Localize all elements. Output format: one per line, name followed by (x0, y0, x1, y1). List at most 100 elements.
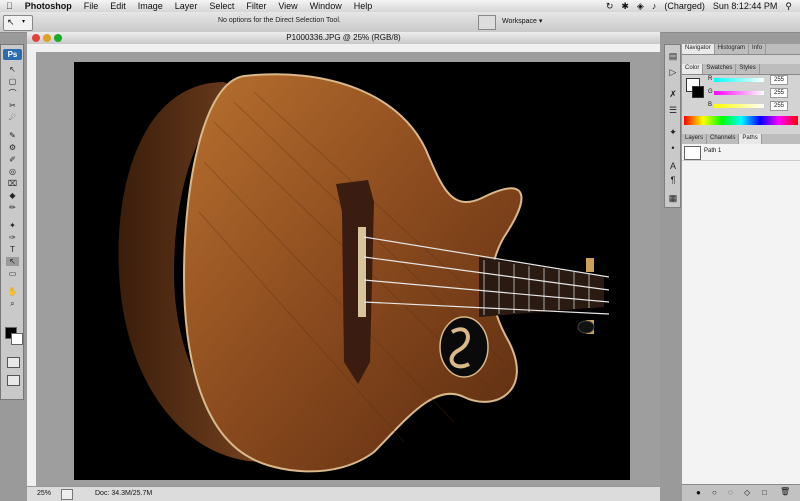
menu-layer[interactable]: Layer (169, 1, 204, 11)
menu-clock[interactable]: Sun 8:12:44 PM (713, 1, 778, 11)
paths-list: Path 1 (682, 144, 800, 484)
document-title: P1000336.JPG @ 25% (RGB/8) (286, 33, 401, 42)
channel-r-value[interactable]: 255 (770, 75, 788, 85)
doc-size-info: Doc: 34.3M/25.7M (95, 490, 153, 497)
menu-photoshop[interactable]: Photoshop (19, 1, 78, 11)
make-work-path-icon[interactable]: ◇ (744, 488, 750, 497)
menu-window[interactable]: Window (304, 1, 348, 11)
menu-select[interactable]: Select (203, 1, 240, 11)
navigator-tab-row: Navigator Histogram Info (682, 44, 800, 55)
marquee-tool-icon[interactable]: ▢ (6, 77, 19, 86)
menu-view[interactable]: View (272, 1, 303, 11)
tab-histogram[interactable]: Histogram (715, 44, 750, 54)
stroke-path-icon[interactable]: ○ (712, 488, 717, 497)
history-brush-icon[interactable]: ✐ (6, 155, 19, 164)
apple-menu-icon[interactable]:  (0, 1, 19, 11)
zoom-field[interactable]: 25% (37, 490, 51, 497)
hand-tool-icon[interactable]: ✋ (6, 287, 19, 296)
actions-panel-icon[interactable]: ▷ (668, 67, 678, 77)
move-tool-icon[interactable]: ↖ (6, 65, 19, 74)
battery-status[interactable]: (Charged) (664, 1, 705, 11)
brushes-panel-icon[interactable]: ✗ (668, 89, 678, 99)
tool-presets-icon[interactable]: ☰ (668, 105, 678, 115)
pen-tool-alt-icon[interactable]: ✑ (6, 233, 19, 242)
color-background-swatch[interactable] (692, 86, 704, 98)
channel-b-label: B (708, 102, 713, 108)
wifi-icon[interactable]: ◈ (637, 1, 644, 12)
direct-selection-tool-icon[interactable]: ↖ (6, 257, 19, 266)
dodge-tool-icon[interactable]: ✏ (6, 203, 19, 212)
type-tool-icon[interactable]: T (6, 245, 19, 254)
status-menus: ↻ ✱ ◈ ♪ (Charged) Sun 8:12:44 PM ⚲ (606, 1, 800, 12)
time-machine-icon[interactable]: ↻ (606, 1, 614, 12)
ukulele-image (118, 73, 610, 473)
ps-logo: Ps (3, 49, 22, 60)
chevron-down-icon: ▾ (22, 19, 26, 25)
brush-tool-icon[interactable]: ✎ (6, 131, 19, 140)
workspace-icon[interactable] (478, 15, 496, 30)
menu-image[interactable]: Image (132, 1, 169, 11)
layer-comps-icon[interactable]: ▦ (668, 193, 678, 203)
direct-selection-icon: ↖ (7, 17, 15, 27)
shape-tool-icon[interactable]: ▭ (6, 269, 19, 278)
channel-b-slider[interactable] (714, 104, 764, 108)
tab-color[interactable]: Color (682, 64, 704, 74)
color-spectrum-bar[interactable] (684, 116, 798, 125)
menu-edit[interactable]: Edit (104, 1, 132, 11)
tab-channels[interactable]: Channels (707, 134, 740, 144)
status-bar: 25% Doc: 34.3M/25.7M (27, 486, 660, 501)
tab-navigator[interactable]: Navigator (682, 44, 715, 54)
menu-file[interactable]: File (78, 1, 105, 11)
tab-styles[interactable]: Styles (736, 64, 760, 74)
quick-mask-icon[interactable] (7, 357, 20, 368)
new-path-icon[interactable]: □ (762, 488, 767, 497)
crop-tool-icon[interactable]: ✂ (6, 101, 19, 110)
channel-b-value[interactable]: 255 (770, 101, 788, 111)
channel-g-label: G (708, 89, 713, 95)
paths-panel-footer: ● ○ ◌ ◇ □ 🗑 (682, 484, 800, 501)
channel-r-slider[interactable] (714, 78, 764, 82)
spotlight-icon[interactable]: ⚲ (785, 1, 792, 12)
background-color-swatch[interactable] (11, 333, 23, 345)
stamp-tool-icon[interactable]: ⚙ (6, 143, 19, 152)
blur-tool-icon[interactable]: ◆ (6, 191, 19, 200)
bluetooth-icon[interactable]: ✱ (621, 1, 629, 12)
tab-paths[interactable]: Paths (739, 134, 762, 144)
channel-g-value[interactable]: 255 (770, 88, 788, 98)
status-menu-icon[interactable] (61, 489, 73, 500)
pen-tool-icon[interactable]: ✦ (6, 221, 19, 230)
volume-icon[interactable]: ♪ (652, 1, 657, 11)
screen-mode-icon[interactable] (7, 375, 20, 386)
paragraph-panel-icon[interactable]: ¶ (668, 175, 678, 185)
character-panel-icon[interactable]: • (668, 143, 678, 153)
panel-dock: Navigator Histogram Info Color Swatches … (682, 44, 800, 501)
tool-preset-picker[interactable]: ↖ ▾ (3, 15, 33, 31)
history-panel-icon[interactable]: ▤ (668, 51, 678, 61)
clone-source-icon[interactable]: ✦ (668, 127, 678, 137)
tab-layers[interactable]: Layers (682, 134, 708, 144)
lasso-tool-icon[interactable]: ⌒ (6, 89, 19, 98)
options-message: No options for the Direct Selection Tool… (218, 17, 341, 24)
path-row[interactable]: Path 1 (682, 144, 800, 161)
channel-r-label: R (708, 76, 713, 82)
menu-help[interactable]: Help (348, 1, 379, 11)
gradient-tool-icon[interactable]: ⌧ (6, 179, 19, 188)
fill-path-icon[interactable]: ● (696, 488, 701, 497)
trash-icon[interactable]: 🗑 (780, 487, 790, 496)
path-name: Path 1 (704, 148, 722, 154)
menu-filter[interactable]: Filter (240, 1, 272, 11)
ukulele-photo[interactable] (74, 62, 630, 480)
color-tab-row: Color Swatches Styles (682, 64, 800, 75)
collapsed-panels-strip: ▤ ▷ ✗ ☰ ✦ • A ¶ ▦ (664, 44, 681, 208)
eraser-tool-icon[interactable]: ◎ (6, 167, 19, 176)
workspace-menu[interactable]: Workspace ▾ (502, 17, 542, 25)
zoom-tool-icon[interactable]: ⌕ (6, 299, 19, 308)
channel-g-slider[interactable] (714, 91, 764, 95)
tools-panel: Ps ↖ ▢ ⌒ ✂ ☄ ✎ ⚙ ✐ ◎ ⌧ ◆ ✏ ✦ ✑ T ↖ ▭ ✋ ⌕ (0, 44, 24, 400)
magic-wand-icon[interactable]: ☄ (6, 113, 19, 122)
path-thumbnail (684, 146, 701, 160)
type-panel-icon[interactable]: A (668, 161, 678, 171)
tab-info[interactable]: Info (749, 44, 767, 54)
load-selection-icon[interactable]: ◌ (728, 488, 733, 497)
tab-swatches[interactable]: Swatches (703, 64, 737, 74)
